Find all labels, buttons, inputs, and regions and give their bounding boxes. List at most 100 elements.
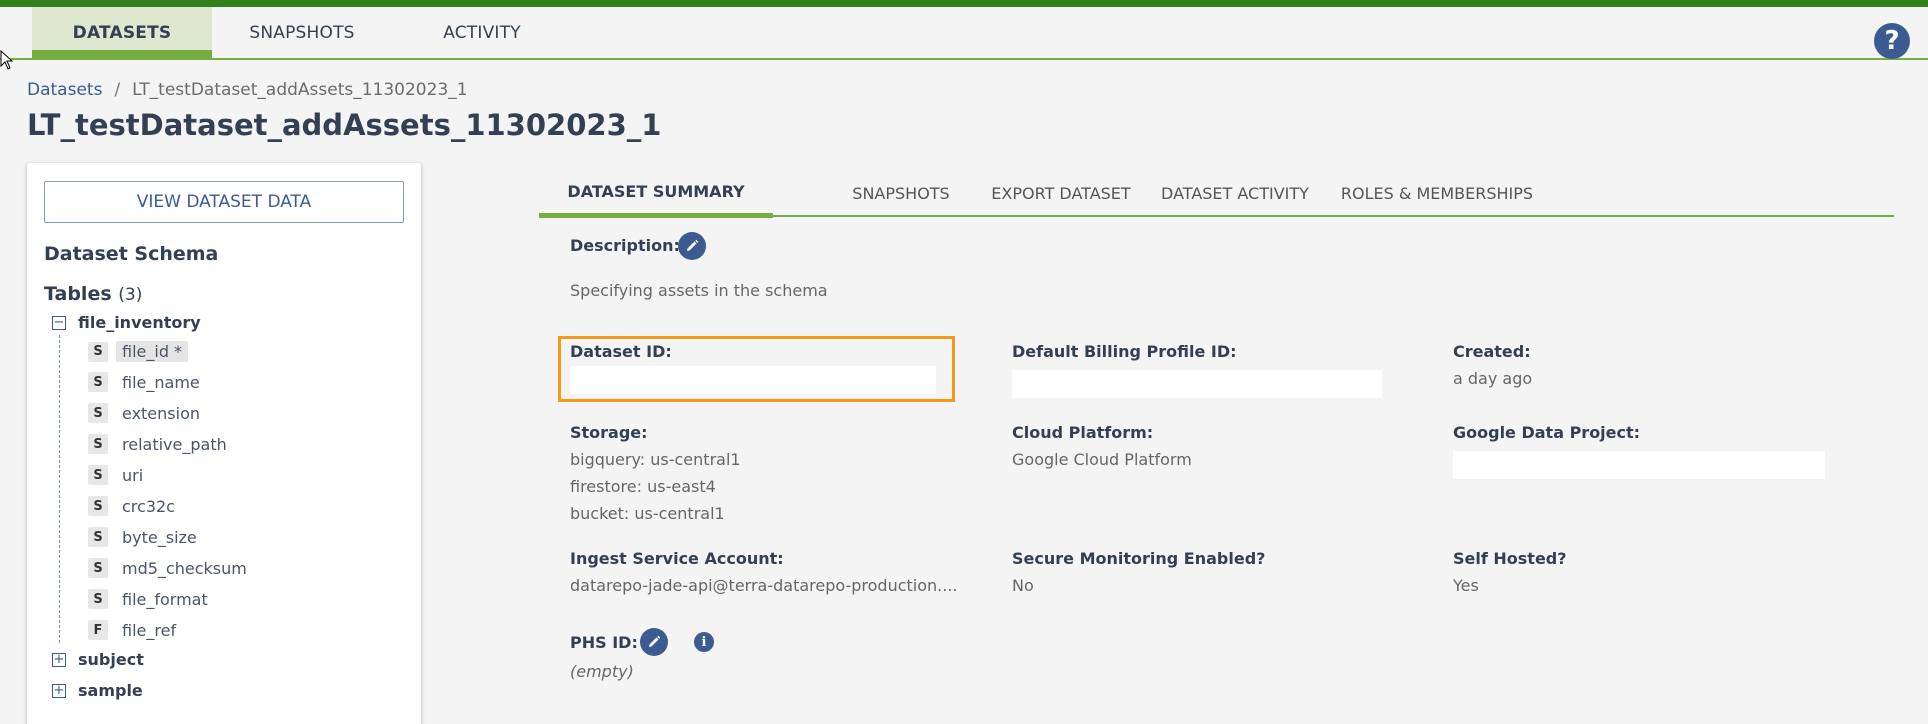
table-node-file-inventory[interactable]: − file_inventory bbox=[52, 313, 201, 332]
expand-icon[interactable]: + bbox=[52, 683, 66, 698]
tab-label: EXPORT DATASET bbox=[991, 183, 1131, 203]
billing-profile-label: Default Billing Profile ID: bbox=[1012, 342, 1237, 361]
string-type-icon: S bbox=[88, 527, 108, 547]
string-type-icon: S bbox=[88, 341, 108, 362]
topnav-tab-datasets[interactable]: DATASETS bbox=[32, 7, 212, 58]
table-node-sample[interactable]: + sample bbox=[52, 681, 143, 700]
pencil-icon bbox=[649, 635, 661, 647]
string-type-icon: S bbox=[88, 558, 108, 578]
column-name: extension bbox=[122, 403, 200, 423]
breadcrumb-datasets-link[interactable]: Datasets bbox=[27, 80, 102, 100]
topnav-tab-label: ACTIVITY bbox=[443, 22, 521, 43]
file-type-icon: F bbox=[88, 620, 108, 640]
tab-label: SNAPSHOTS bbox=[852, 183, 950, 203]
string-type-icon: S bbox=[88, 403, 108, 423]
column-item[interactable]: S crc32c bbox=[88, 496, 175, 516]
question-icon[interactable]: ? bbox=[1874, 23, 1910, 59]
column-name: file_name bbox=[122, 372, 200, 392]
tables-heading: Tables (3) bbox=[44, 283, 142, 305]
top-navigation-bar: DATASETS SNAPSHOTS ACTIVITY ? bbox=[0, 0, 1928, 60]
storage-label: Storage: bbox=[570, 423, 648, 442]
google-data-project-label: Google Data Project: bbox=[1453, 423, 1641, 442]
tab-roles-memberships[interactable]: ROLES & MEMBERSHIPS bbox=[1329, 169, 1545, 217]
column-item[interactable]: S file_name bbox=[88, 372, 200, 392]
tables-count: (3) bbox=[118, 285, 143, 305]
column-item[interactable]: S uri bbox=[88, 465, 143, 485]
string-type-icon: S bbox=[88, 434, 108, 454]
secure-monitoring-label: Secure Monitoring Enabled? bbox=[1012, 549, 1266, 568]
tab-export-dataset[interactable]: EXPORT DATASET bbox=[967, 169, 1155, 217]
created-value: a day ago bbox=[1453, 369, 1533, 388]
dataset-tabs: DATASET SUMMARY SNAPSHOTS EXPORT DATASET… bbox=[539, 169, 1894, 218]
edit-description-button[interactable] bbox=[678, 232, 706, 260]
topnav-tab-activity[interactable]: ACTIVITY bbox=[392, 7, 572, 58]
dataset-id-label: Dataset ID: bbox=[570, 342, 672, 361]
tab-dataset-activity[interactable]: DATASET ACTIVITY bbox=[1147, 169, 1323, 217]
column-item[interactable]: S file_id * bbox=[88, 341, 189, 362]
column-item[interactable]: S file_format bbox=[88, 589, 208, 609]
string-type-icon: S bbox=[88, 496, 108, 516]
phs-id-label: PHS ID: bbox=[570, 633, 638, 652]
phs-id-value: (empty) bbox=[570, 662, 634, 681]
info-icon[interactable]: i bbox=[694, 632, 714, 652]
string-type-icon: S bbox=[88, 465, 108, 485]
column-item[interactable]: S extension bbox=[88, 403, 200, 423]
cloud-platform-value: Google Cloud Platform bbox=[1012, 450, 1192, 469]
column-name: byte_size bbox=[122, 527, 197, 547]
edit-phs-id-button[interactable] bbox=[640, 628, 668, 656]
column-name: file_id * bbox=[116, 341, 189, 362]
mouse-cursor-icon bbox=[0, 50, 14, 70]
tables-label: Tables bbox=[44, 283, 112, 305]
column-item[interactable]: S md5_checksum bbox=[88, 558, 247, 578]
column-item[interactable]: F file_ref bbox=[88, 620, 176, 640]
billing-profile-value bbox=[1012, 370, 1382, 398]
tab-label: ROLES & MEMBERSHIPS bbox=[1340, 183, 1534, 203]
view-dataset-data-button[interactable]: VIEW DATASET DATA bbox=[44, 181, 404, 223]
table-name[interactable]: sample bbox=[78, 681, 143, 700]
self-hosted-value: Yes bbox=[1453, 576, 1479, 595]
string-type-icon: S bbox=[88, 589, 108, 609]
topnav-tab-label: SNAPSHOTS bbox=[249, 22, 355, 43]
column-name: file_format bbox=[122, 589, 208, 609]
google-data-project-value bbox=[1453, 451, 1825, 479]
self-hosted-label: Self Hosted? bbox=[1453, 549, 1567, 568]
cloud-platform-label: Cloud Platform: bbox=[1012, 423, 1154, 442]
table-name[interactable]: subject bbox=[78, 650, 144, 669]
breadcrumb-separator: / bbox=[114, 80, 121, 100]
topnav-tab-snapshots[interactable]: SNAPSHOTS bbox=[212, 7, 392, 58]
breadcrumb: Datasets / LT_testDataset_addAssets_1130… bbox=[27, 80, 468, 100]
column-item[interactable]: S relative_path bbox=[88, 434, 227, 454]
tab-dataset-summary[interactable]: DATASET SUMMARY bbox=[539, 169, 773, 218]
expand-icon[interactable]: + bbox=[52, 652, 66, 667]
topnav-tab-label: DATASETS bbox=[72, 22, 172, 43]
schema-title: Dataset Schema bbox=[44, 243, 219, 265]
breadcrumb-current: LT_testDataset_addAssets_11302023_1 bbox=[132, 80, 468, 100]
page-title: LT_testDataset_addAssets_11302023_1 bbox=[27, 108, 662, 142]
ingest-service-account-value: datarepo-jade-api@terra-datarepo-product… bbox=[570, 576, 958, 595]
storage-value: firestore: us-east4 bbox=[570, 477, 716, 496]
created-label: Created: bbox=[1453, 342, 1531, 361]
column-name: file_ref bbox=[122, 620, 177, 640]
column-name: crc32c bbox=[122, 496, 175, 516]
pencil-icon bbox=[687, 239, 699, 251]
table-name[interactable]: file_inventory bbox=[78, 313, 201, 332]
collapse-icon[interactable]: − bbox=[52, 315, 66, 330]
secure-monitoring-value: No bbox=[1012, 576, 1034, 595]
column-name: relative_path bbox=[122, 434, 227, 454]
storage-value: bigquery: us-central1 bbox=[570, 450, 741, 469]
column-name: uri bbox=[122, 465, 144, 485]
storage-value: bucket: us-central1 bbox=[570, 504, 725, 523]
tab-label: DATASET SUMMARY bbox=[567, 181, 745, 201]
top-nav-tabs: DATASETS SNAPSHOTS ACTIVITY bbox=[32, 7, 572, 58]
string-type-icon: S bbox=[88, 372, 108, 392]
dataset-id-value bbox=[570, 366, 936, 394]
tab-label: DATASET ACTIVITY bbox=[1161, 183, 1309, 203]
table-node-subject[interactable]: + subject bbox=[52, 650, 144, 669]
ingest-service-account-label: Ingest Service Account: bbox=[570, 549, 784, 568]
column-name: md5_checksum bbox=[122, 558, 247, 578]
tree-guide-line bbox=[59, 335, 60, 643]
description-label: Description: bbox=[570, 236, 680, 255]
description-value: Specifying assets in the schema bbox=[570, 281, 828, 300]
column-item[interactable]: S byte_size bbox=[88, 527, 197, 547]
schema-panel: VIEW DATASET DATA Dataset Schema Tables … bbox=[27, 163, 421, 724]
